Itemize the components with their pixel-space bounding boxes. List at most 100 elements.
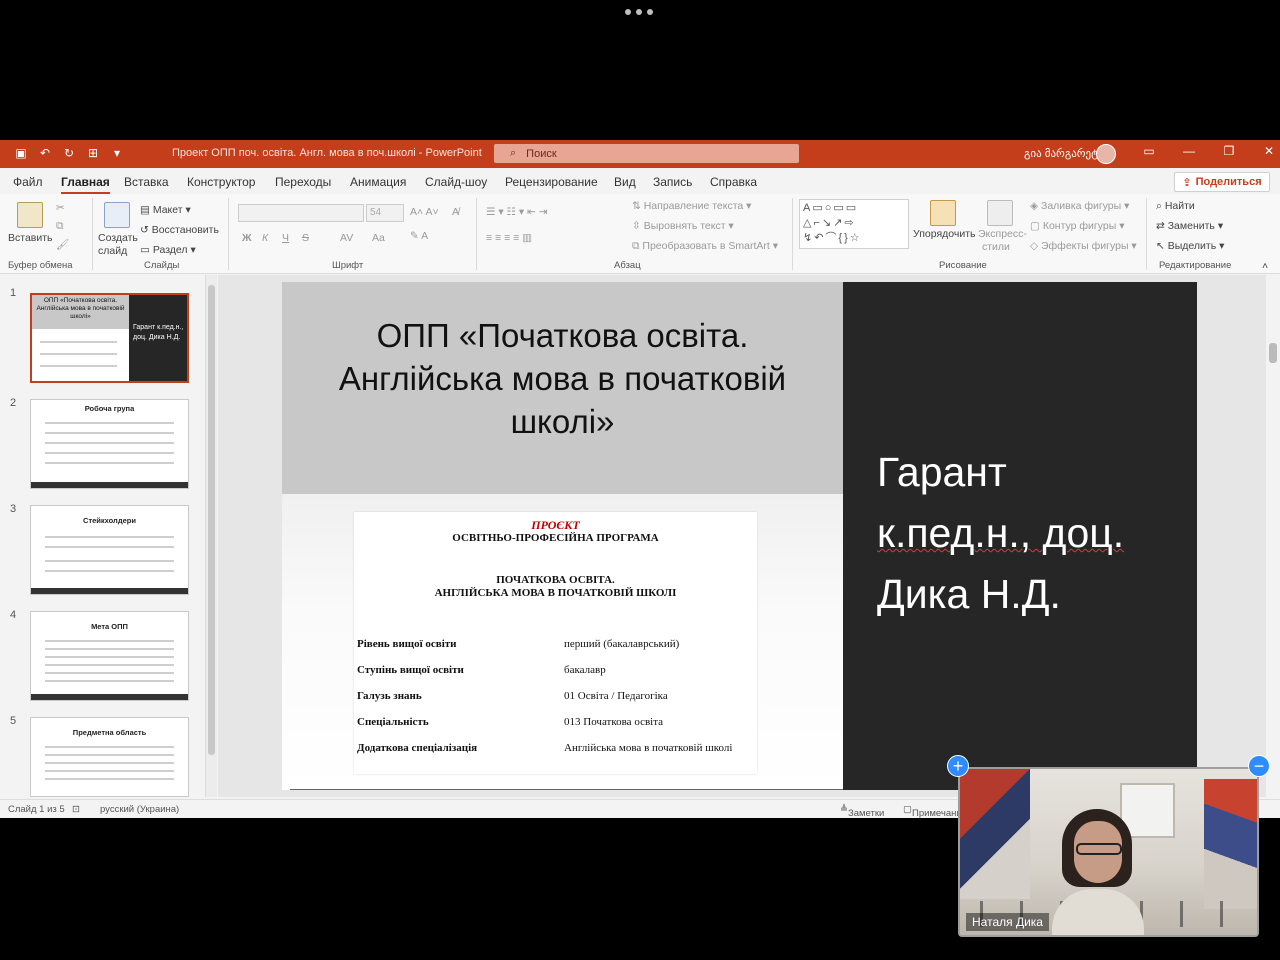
shape-outline-button[interactable]: ▢ Контур фигуры ▾ [1030,220,1124,232]
ribbon: Вставить ✂ ⧉ 🖌 Буфер обмена Создать слай… [0,194,1280,274]
align-text-button[interactable]: ⇳ Выровнять текст ▾ [632,220,734,232]
close-icon[interactable]: ✕ [1260,144,1278,158]
accessibility-icon[interactable]: ⊡ [72,804,80,815]
select-button[interactable]: ↖ Выделить ▾ [1156,240,1224,252]
minimize-icon[interactable]: — [1180,144,1198,158]
doc-project-label: ПРОЄКТ [531,518,580,532]
paste-icon[interactable] [17,202,43,228]
tab-view[interactable]: Вид [614,175,636,189]
spacing-button[interactable]: AV [340,232,353,244]
doc-subtitle-1: ПОЧАТКОВА ОСВІТА. [496,574,615,586]
tab-animations[interactable]: Анимация [350,175,406,189]
thumbnail-slide-1[interactable]: ОПП «Початкова освіта. Англійська мова в… [30,293,189,383]
thumbnail-slide-3[interactable]: Стейкхолдери [30,505,189,595]
add-icon[interactable]: + [947,755,969,777]
guarantor-line-1: Гарант [877,449,1007,495]
smartart-button[interactable]: ⧉ Преобразовать в SmartArt ▾ [632,240,778,253]
tab-help[interactable]: Справка [710,175,757,189]
font-name-box[interactable] [238,204,364,222]
guarantor-line-3: Дика Н.Д. [877,571,1061,617]
change-case-button[interactable]: Aa [372,232,385,244]
shape-effects-button[interactable]: ◇ Эффекты фигуры ▾ [1030,240,1137,252]
thumbnail-slide-5[interactable]: Предметна область [30,717,189,797]
editing-group-label: Редактирование [1159,260,1232,271]
quick-styles-icon[interactable] [987,200,1013,226]
collapse-ribbon-icon[interactable]: ˄ [1262,260,1268,272]
guarantor-text[interactable]: Гарант к.пед.н., доц. Дика Н.Д. [877,442,1187,625]
find-button[interactable]: ⌕ Найти [1156,200,1195,213]
new-slide-icon[interactable] [104,202,130,228]
window-controls: ▭ — ❐ ✕ [1140,144,1278,158]
arrange-icon[interactable] [930,200,956,226]
avatar[interactable] [1096,144,1116,164]
shapes-gallery[interactable]: A▭○▭▭ △⌐↘↗⇨ ↯↶⌒{}☆ [799,199,909,249]
section-button[interactable]: ▭ Раздел ▾ [140,244,196,256]
thumb-number: 5 [10,715,17,727]
minimize-video-icon[interactable]: − [1248,755,1270,777]
thumb-5-title: Предметна область [72,728,147,737]
participant-video[interactable]: Наталя Дика [958,767,1259,937]
tab-design[interactable]: Конструктор [187,175,255,189]
quick-styles-label-2[interactable]: стили [982,241,1010,253]
customize-qat-icon[interactable]: ▾ [110,146,124,160]
reset-button[interactable]: ↺ Восстановить [140,224,219,236]
slides-group-label: Слайды [144,260,180,271]
title-bar: ▣ ↶ ↻ ⊞ ▾ Проект ОПП поч. освіта. Англ. … [0,140,1280,168]
align-icons[interactable]: ≡ ≡ ≡ ≡ ▥ [486,232,532,244]
share-button[interactable]: ⇪ Поделиться [1174,172,1270,192]
doc-program-label: ОСВІТНЬО-ПРОФЕСІЙНА ПРОГРАМА [452,532,659,544]
bold-button[interactable]: Ж [242,232,252,244]
tab-insert[interactable]: Вставка [124,175,169,189]
text-direction-button[interactable]: ⇅ Направление текста ▾ [632,200,751,212]
save-icon[interactable]: ▣ [14,146,28,160]
tab-home[interactable]: Главная [61,175,110,195]
grow-font-icon[interactable]: A˄ A˅ [410,206,439,218]
clear-format-icon[interactable]: A̸ [452,206,459,218]
drawing-group-label: Рисование [939,260,987,271]
underline-button[interactable]: Ч [282,232,289,244]
participant-name: Наталя Дика [966,913,1049,931]
cut-icon[interactable]: ✂ [56,202,65,214]
current-slide[interactable]: ОПП «Початкова освіта. Англійська мова в… [282,282,1197,790]
search-icon: ⌕ [510,147,517,159]
format-painter-icon[interactable]: 🖌 [56,238,69,251]
thumb-4-title: Мета ОПП [91,622,128,631]
comments-button[interactable]: ▢ Примечания [903,804,967,818]
language-status[interactable]: русский (Украина) [100,804,179,815]
arrange-label[interactable]: Упорядочить [913,228,975,240]
layout-button[interactable]: ▤ Макет ▾ [140,204,191,216]
replace-button[interactable]: ⇄ Заменить ▾ [1156,220,1223,232]
tab-review[interactable]: Рецензирование [505,175,598,189]
font-size-box[interactable]: 54 [366,204,404,222]
notes-button[interactable]: ≜ Заметки [840,804,884,818]
undo-icon[interactable]: ↶ [38,146,52,160]
italic-button[interactable]: К [262,232,268,244]
new-slide-label-1[interactable]: Создать [98,232,138,244]
search-box[interactable]: ⌕ Поиск [494,144,799,163]
slide-title[interactable]: ОПП «Початкова освіта. Англійська мова в… [292,314,833,443]
more-options-icon[interactable] [625,6,655,18]
tab-record[interactable]: Запись [653,175,692,189]
paste-label[interactable]: Вставить [8,232,53,244]
redo-icon[interactable]: ↻ [62,146,76,160]
thumbnails-scrollbar[interactable] [205,275,217,797]
slide-scrollbar[interactable] [1266,275,1280,797]
new-slide-label-2[interactable]: слайд [98,245,127,257]
highlight-icon[interactable]: ✎ A [410,230,428,242]
clipboard-group-label: Буфер обмена [8,260,73,271]
tab-transitions[interactable]: Переходы [275,175,331,189]
copy-icon[interactable]: ⧉ [56,220,64,233]
maximize-icon[interactable]: ❐ [1220,144,1238,158]
quick-styles-label-1[interactable]: Экспресс- [978,228,1027,240]
ribbon-tabs: Файл Главная Вставка Конструктор Переход… [0,168,1280,195]
ribbon-display-icon[interactable]: ▭ [1140,144,1158,158]
thumbnail-slide-4[interactable]: Мета ОПП [30,611,189,701]
strike-button[interactable]: S [302,232,309,244]
tab-file[interactable]: Файл [13,175,43,189]
present-icon[interactable]: ⊞ [86,146,100,160]
bullets-icon[interactable]: ☰ ▾ ☷ ▾ ⇤ ⇥ [486,206,548,218]
shape-fill-button[interactable]: ◈ Заливка фигуры ▾ [1030,200,1129,212]
powerpoint-window: ▣ ↶ ↻ ⊞ ▾ Проект ОПП поч. освіта. Англ. … [0,140,1280,818]
tab-slideshow[interactable]: Слайд-шоу [425,175,487,189]
thumbnail-slide-2[interactable]: Робоча група [30,399,189,489]
